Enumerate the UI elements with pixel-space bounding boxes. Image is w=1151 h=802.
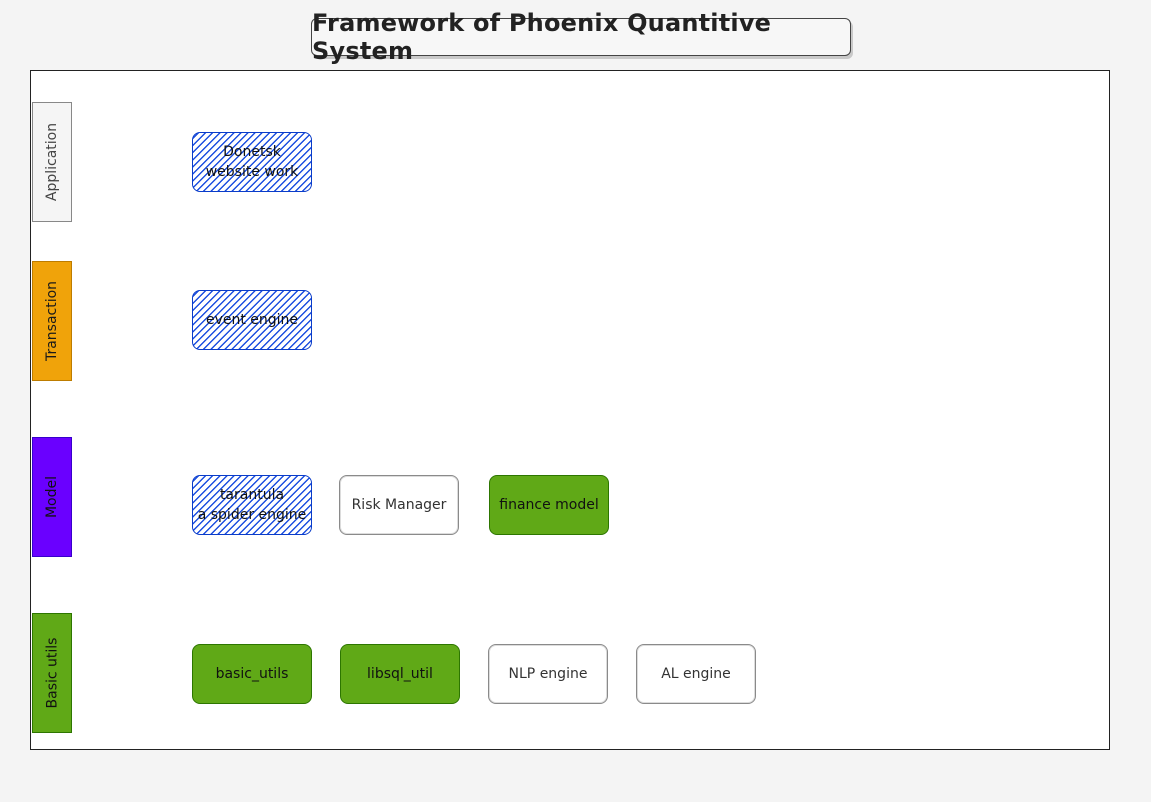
- layer-basic-utils-label: Basic utils: [44, 637, 61, 709]
- node-al-engine-label: AL engine: [661, 666, 731, 682]
- node-basic-utils: basic_utils: [192, 644, 312, 704]
- layer-application-label: Application: [44, 122, 61, 202]
- node-event-engine-label: event engine: [205, 312, 299, 328]
- node-risk-manager: Risk Manager: [339, 475, 459, 535]
- layer-transaction-label: Transaction: [44, 280, 60, 362]
- layer-model: Model: [32, 437, 72, 557]
- node-al-engine: AL engine: [636, 644, 756, 704]
- node-nlp-engine: NLP engine: [488, 644, 608, 704]
- layer-transaction: Transaction: [32, 261, 72, 381]
- node-libsql-util-label: libsql_util: [367, 666, 433, 682]
- node-risk-manager-label: Risk Manager: [351, 497, 447, 513]
- node-finance-model-label: finance model: [499, 497, 599, 513]
- node-event-engine: event engine: [192, 290, 312, 350]
- layer-application: Application: [32, 102, 72, 222]
- diagram-title-box: Framework of Phoenix Quantitive System: [311, 9, 851, 65]
- layer-basic-utils: Basic utils: [32, 613, 72, 733]
- diagram-page: Framework of Phoenix Quantitive System A…: [0, 0, 1151, 802]
- node-libsql-util: libsql_util: [340, 644, 460, 704]
- node-tarantula: tarantula a spider engine: [192, 475, 312, 535]
- node-donetsk: Donetsk website work: [192, 132, 312, 192]
- node-finance-model: finance model: [489, 475, 609, 535]
- node-tarantula-label: tarantula a spider engine: [197, 487, 307, 523]
- node-basic-utils-label: basic_utils: [215, 666, 289, 682]
- layer-model-label: Model: [44, 475, 61, 519]
- diagram-canvas: Application Transaction Model Basic util…: [30, 70, 1110, 750]
- node-nlp-engine-label: NLP engine: [508, 666, 588, 682]
- node-donetsk-label: Donetsk website work: [205, 144, 299, 180]
- diagram-title: Framework of Phoenix Quantitive System: [312, 9, 772, 65]
